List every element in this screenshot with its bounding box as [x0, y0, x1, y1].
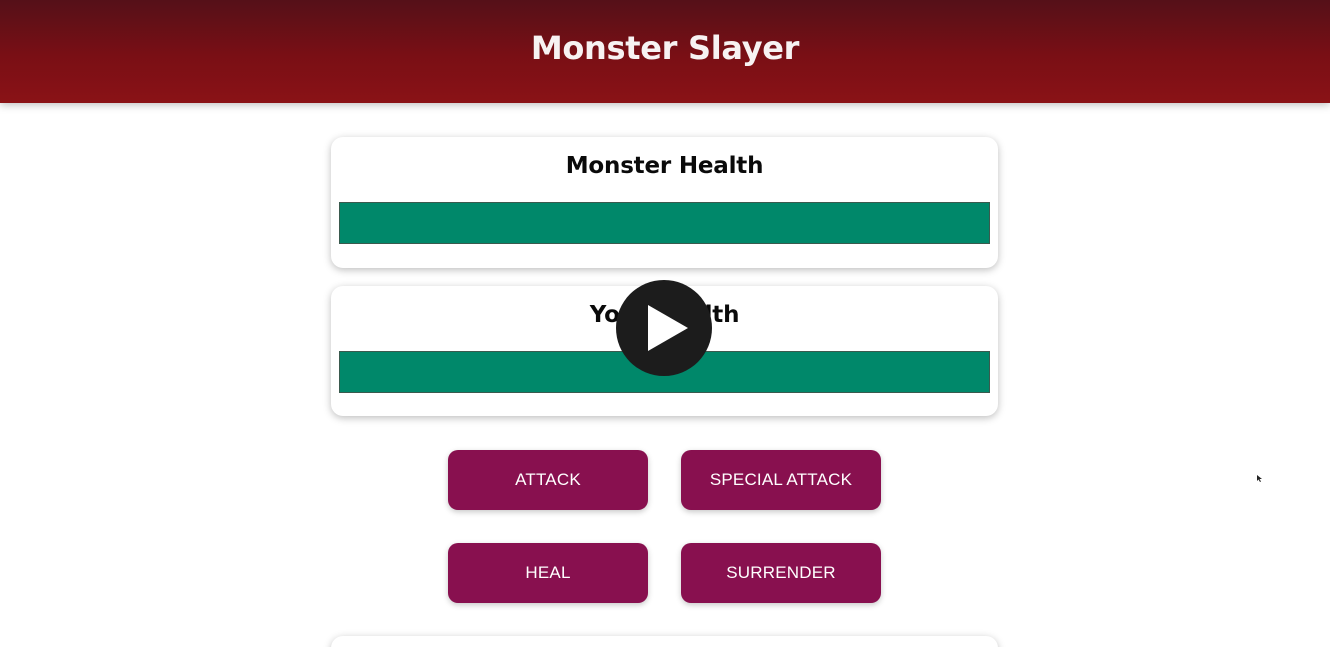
monster-healthbar	[339, 202, 990, 244]
monster-health-card: Monster Health	[331, 137, 998, 268]
mouse-cursor-icon	[1257, 475, 1262, 482]
video-play-button[interactable]	[616, 280, 712, 376]
app-header: Monster Slayer	[0, 0, 1330, 103]
surrender-button[interactable]: SURRENDER	[681, 543, 881, 603]
monster-health-heading: Monster Health	[565, 153, 764, 179]
heal-button[interactable]: HEAL	[448, 543, 648, 603]
attack-button[interactable]: ATTACK	[448, 450, 648, 510]
play-icon	[648, 305, 688, 351]
monster-healthbar-fill	[340, 203, 989, 243]
battle-log-card	[331, 636, 998, 647]
page-title: Monster Slayer	[530, 28, 800, 67]
special-attack-button[interactable]: SPECIAL ATTACK	[681, 450, 881, 510]
page: Monster Slayer Monster Health Your Healt…	[0, 0, 1330, 647]
